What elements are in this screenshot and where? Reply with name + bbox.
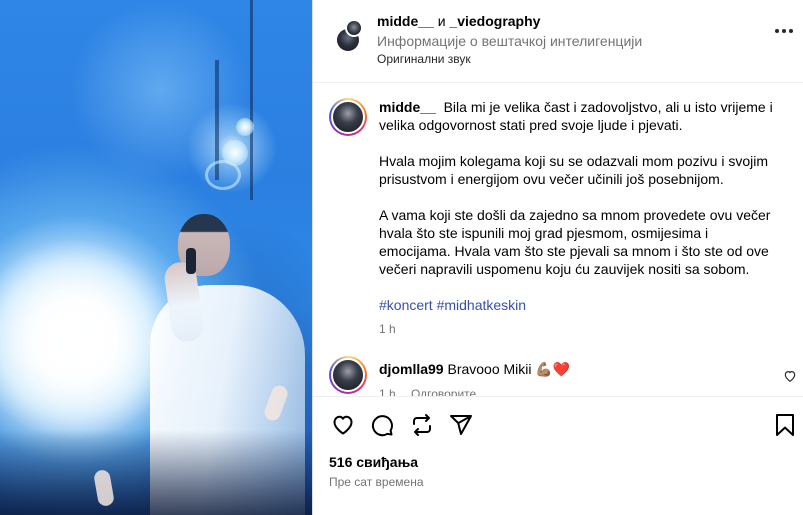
comment-icon[interactable] bbox=[368, 411, 396, 439]
caption-paragraph: Hvala mojim kolegama koji su se odazvali… bbox=[379, 153, 769, 187]
bookmark-icon[interactable] bbox=[771, 411, 799, 439]
post-actions: 516 свиђања Пре сат времена bbox=[313, 396, 803, 515]
comment-like-heart-icon[interactable] bbox=[783, 369, 797, 383]
author-username[interactable]: midde__ bbox=[377, 13, 434, 29]
caption-hashtags[interactable]: #koncert #midhatkeskin bbox=[379, 296, 779, 314]
comment-timestamp[interactable]: 1 h bbox=[379, 387, 396, 396]
post-authors: midde__ и _viedography bbox=[377, 13, 540, 29]
caption-paragraph: Bila mi je velika čast i zadovoljstvo, a… bbox=[379, 99, 773, 133]
commenter-avatar[interactable] bbox=[329, 356, 367, 394]
caption-timestamp[interactable]: 1 h bbox=[379, 322, 396, 336]
comments-section: midde__ Bila mi je velika čast i zadovol… bbox=[313, 84, 803, 396]
commenter-username[interactable]: djomlla99 bbox=[379, 361, 444, 377]
caption-avatar[interactable] bbox=[329, 98, 367, 136]
send-icon[interactable] bbox=[447, 411, 475, 439]
lens-flare bbox=[222, 140, 248, 166]
heart-icon[interactable] bbox=[329, 411, 357, 439]
like-count[interactable]: 516 свиђања bbox=[329, 454, 418, 470]
reply-button[interactable]: Одговорите bbox=[411, 387, 476, 396]
microphone bbox=[186, 248, 196, 274]
original-audio-link[interactable]: Оригинални звук bbox=[377, 52, 471, 66]
comment-meta: 1 h Одговорите bbox=[379, 387, 488, 396]
post-caption: midde__ Bila mi je velika čast i zadovol… bbox=[379, 98, 779, 332]
post-timestamp[interactable]: Пре сат времена bbox=[329, 475, 424, 489]
coauthor-avatar[interactable] bbox=[345, 19, 363, 37]
authors-joiner: и bbox=[437, 13, 446, 29]
ai-info-label[interactable]: Информације о вештачкој интелигенцији bbox=[377, 33, 642, 49]
lens-flare bbox=[236, 118, 254, 136]
post-photo[interactable] bbox=[0, 0, 312, 515]
stage-truss bbox=[250, 0, 253, 200]
more-horizontal-icon[interactable] bbox=[772, 19, 796, 43]
post-header: midde__ и _viedography Информације о веш… bbox=[313, 0, 803, 83]
crowd bbox=[0, 430, 312, 515]
coauthor-username[interactable]: _viedography bbox=[449, 13, 540, 29]
comment-text: Bravooo Mikii 💪🏽❤️ bbox=[447, 361, 571, 377]
stage-light-glare bbox=[0, 240, 180, 440]
post-panel: midde__ и _viedography Информације о веш… bbox=[312, 0, 803, 515]
caption-username[interactable]: midde__ bbox=[379, 99, 436, 115]
comment: djomlla99 Bravooo Mikii 💪🏽❤️ bbox=[379, 361, 570, 378]
share-icon[interactable] bbox=[408, 411, 436, 439]
caption-paragraph: A vama koji ste došli da zajedno sa mnom… bbox=[379, 207, 771, 277]
